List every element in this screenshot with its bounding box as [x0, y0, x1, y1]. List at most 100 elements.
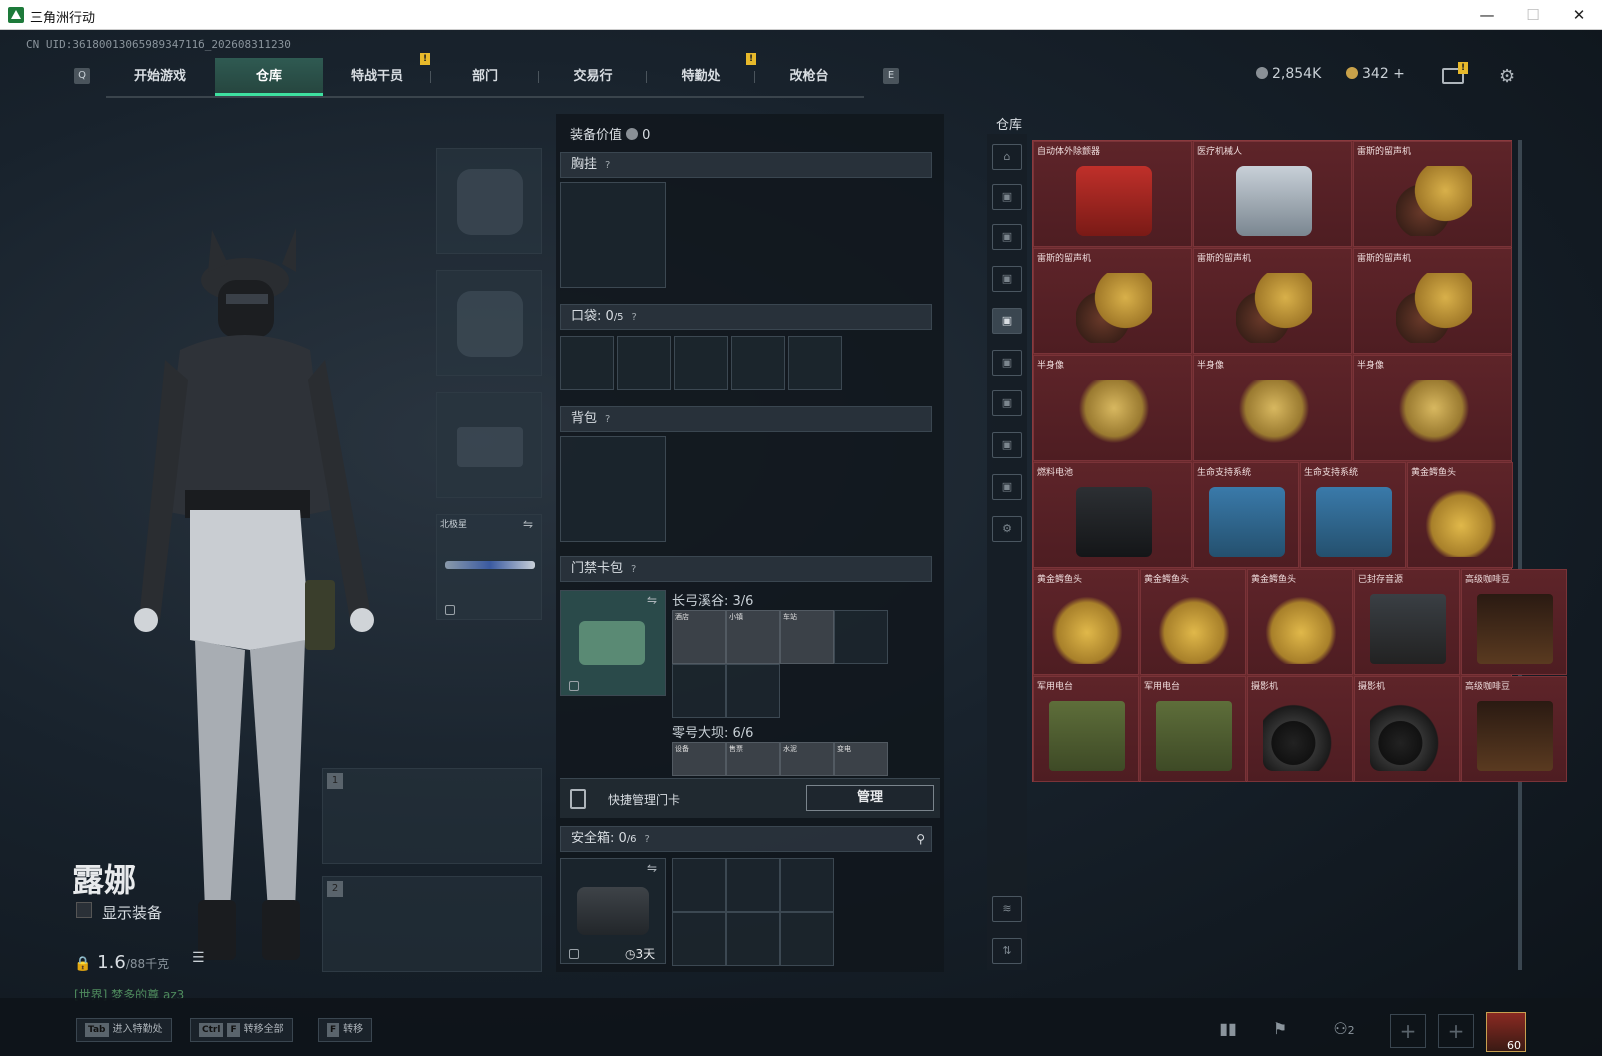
warehouse-scrollbar[interactable] [1518, 140, 1522, 970]
keycard-empty-slot[interactable] [834, 610, 888, 664]
safe-box-cell[interactable] [726, 912, 780, 966]
keycard-item[interactable]: 车站 [780, 610, 834, 664]
warehouse-item[interactable]: 黄金鳄鱼头 [1407, 462, 1513, 568]
warehouse-tab-all[interactable]: ⌂ [992, 144, 1022, 170]
transfer-hint[interactable]: F 转移 [318, 1018, 373, 1042]
tab-trading[interactable]: 交易行 [539, 58, 647, 96]
help-icon[interactable]: ? [632, 306, 637, 330]
warehouse-item[interactable]: 黄金鳄鱼头 [1140, 569, 1246, 675]
close-button[interactable]: ✕ [1556, 0, 1602, 30]
melee-slot[interactable]: 北极星 ⇋ [436, 514, 542, 620]
warehouse-tab-8[interactable]: ▣ [992, 474, 1022, 500]
backpack-slot[interactable] [560, 436, 666, 542]
sort-icon[interactable]: ⇅ [992, 938, 1022, 964]
stats-icon[interactable]: ▮▮ [1214, 1016, 1242, 1042]
swap-icon[interactable]: ⇋ [523, 517, 533, 531]
secondary-weapon-slot[interactable]: 2 [322, 876, 542, 972]
warehouse-item[interactable]: 黄金鳄鱼头 [1247, 569, 1353, 675]
enter-special-ops-hint[interactable]: Tab 进入特勤处 [76, 1018, 172, 1042]
primary-weapon-slot[interactable]: 1 [322, 768, 542, 864]
warehouse-item[interactable]: 摄影机 [1247, 676, 1353, 782]
maximize-button[interactable]: ☐ [1510, 0, 1556, 30]
warehouse-item[interactable]: 高级咖啡豆 [1461, 676, 1567, 782]
keycard-case-slot[interactable]: ⇋ [560, 590, 666, 696]
pocket-slot[interactable] [788, 336, 842, 390]
keycard-empty-slot[interactable] [726, 664, 780, 718]
pocket-slot[interactable] [560, 336, 614, 390]
warehouse-item[interactable]: 黄金鳄鱼头 [1033, 569, 1139, 675]
safe-box-cell[interactable] [780, 858, 834, 912]
warehouse-item[interactable]: 生命支持系统 [1193, 462, 1299, 568]
warehouse-item[interactable]: 摄影机 [1354, 676, 1460, 782]
pocket-slot[interactable] [617, 336, 671, 390]
help-icon[interactable]: ? [631, 558, 636, 582]
tab-gunsmith[interactable]: 改枪台 [755, 58, 863, 96]
warehouse-item[interactable]: 医疗机械人 [1193, 141, 1352, 247]
warehouse-item[interactable]: 雷斯的留声机 [1033, 248, 1192, 354]
tab-warehouse[interactable]: 仓库 [215, 58, 323, 96]
warehouse-item[interactable]: 雷斯的留声机 [1353, 141, 1512, 247]
warehouse-item[interactable]: 雷斯的留声机 [1193, 248, 1352, 354]
next-tab-key[interactable]: E [883, 68, 899, 84]
keycard-item[interactable]: 水泥 [780, 742, 834, 776]
keycard-item[interactable]: 售票 [726, 742, 780, 776]
layers-icon[interactable]: ≋ [992, 896, 1022, 922]
minimize-button[interactable]: — [1464, 0, 1510, 30]
safe-box-cell[interactable] [672, 912, 726, 966]
pistol-slot[interactable] [436, 392, 542, 498]
show-equipment-checkbox[interactable] [76, 902, 92, 918]
warehouse-item[interactable]: 军用电台 [1140, 676, 1246, 782]
keycard-empty-slot[interactable] [672, 664, 726, 718]
warehouse-tab-2[interactable]: ▣ [992, 224, 1022, 250]
flag-icon[interactable]: ⚑ [1266, 1016, 1294, 1042]
keycard-item[interactable]: 变电 [834, 742, 888, 776]
swap-icon[interactable]: ⇋ [647, 861, 657, 875]
warehouse-tab-7[interactable]: ▣ [992, 432, 1022, 458]
warehouse-item[interactable]: 雷斯的留声机 [1353, 248, 1512, 354]
warehouse-item[interactable]: 生命支持系统 [1300, 462, 1406, 568]
manage-button[interactable]: 管理 [806, 785, 934, 811]
chest-rig-slot[interactable] [560, 182, 666, 288]
keycard-item[interactable]: 酒店 [672, 610, 726, 664]
warehouse-tab-5[interactable]: ▣ [992, 350, 1022, 376]
warehouse-item[interactable]: 军用电台 [1033, 676, 1139, 782]
help-icon[interactable]: ? [605, 154, 610, 178]
keycard-item[interactable]: 小镇 [726, 610, 780, 664]
warehouse-tab-6[interactable]: ▣ [992, 390, 1022, 416]
safe-box-cell[interactable] [726, 858, 780, 912]
safe-box-slot[interactable]: ⇋ ◷3天 [560, 858, 666, 964]
tab-start-game[interactable]: 开始游戏 [106, 58, 214, 96]
pocket-slot[interactable] [731, 336, 785, 390]
player-avatar[interactable]: 60 [1486, 1012, 1526, 1052]
keycard-item[interactable]: 设备 [672, 742, 726, 776]
list-icon[interactable]: ☰ [192, 950, 210, 966]
warehouse-item[interactable]: 半身像 [1193, 355, 1352, 461]
settings-gear-icon[interactable]: ⚙ [1499, 66, 1519, 87]
squad-icon[interactable]: ⚇2 [1324, 1016, 1364, 1042]
warehouse-tab-1[interactable]: ▣ [992, 184, 1022, 210]
transfer-all-hint[interactable]: Ctrl F 转移全部 [190, 1018, 293, 1042]
warehouse-tab-4[interactable]: ▣ [992, 308, 1022, 334]
pocket-slot[interactable] [674, 336, 728, 390]
warehouse-item[interactable]: 高级咖啡豆 [1461, 569, 1567, 675]
armor-slot[interactable] [436, 270, 542, 376]
tab-special-ops[interactable]: 特勤处 [647, 58, 755, 96]
warehouse-item[interactable]: 已封存音源 [1354, 569, 1460, 675]
safe-box-cell[interactable] [672, 858, 726, 912]
warehouse-tab-3[interactable]: ▣ [992, 266, 1022, 292]
warehouse-item[interactable]: 自动体外除颤器 [1033, 141, 1192, 247]
pin-icon[interactable]: ⚲ [916, 827, 925, 851]
helmet-slot[interactable] [436, 148, 542, 254]
warehouse-item[interactable]: 燃料电池 [1033, 462, 1192, 568]
tab-operators[interactable]: 特战干员 [323, 58, 431, 96]
gold-currency[interactable]: 342 + [1346, 66, 1405, 82]
warehouse-item[interactable]: 半身像 [1033, 355, 1192, 461]
swap-icon[interactable]: ⇋ [647, 593, 657, 607]
help-icon[interactable]: ? [645, 828, 650, 852]
warehouse-item[interactable]: 半身像 [1353, 355, 1512, 461]
prev-tab-key[interactable]: Q [74, 68, 90, 84]
warehouse-settings-icon[interactable]: ⚙ [992, 516, 1022, 542]
add-squad-member-button[interactable]: + [1438, 1014, 1474, 1048]
tab-department[interactable]: 部门 [431, 58, 539, 96]
safe-box-cell[interactable] [780, 912, 834, 966]
